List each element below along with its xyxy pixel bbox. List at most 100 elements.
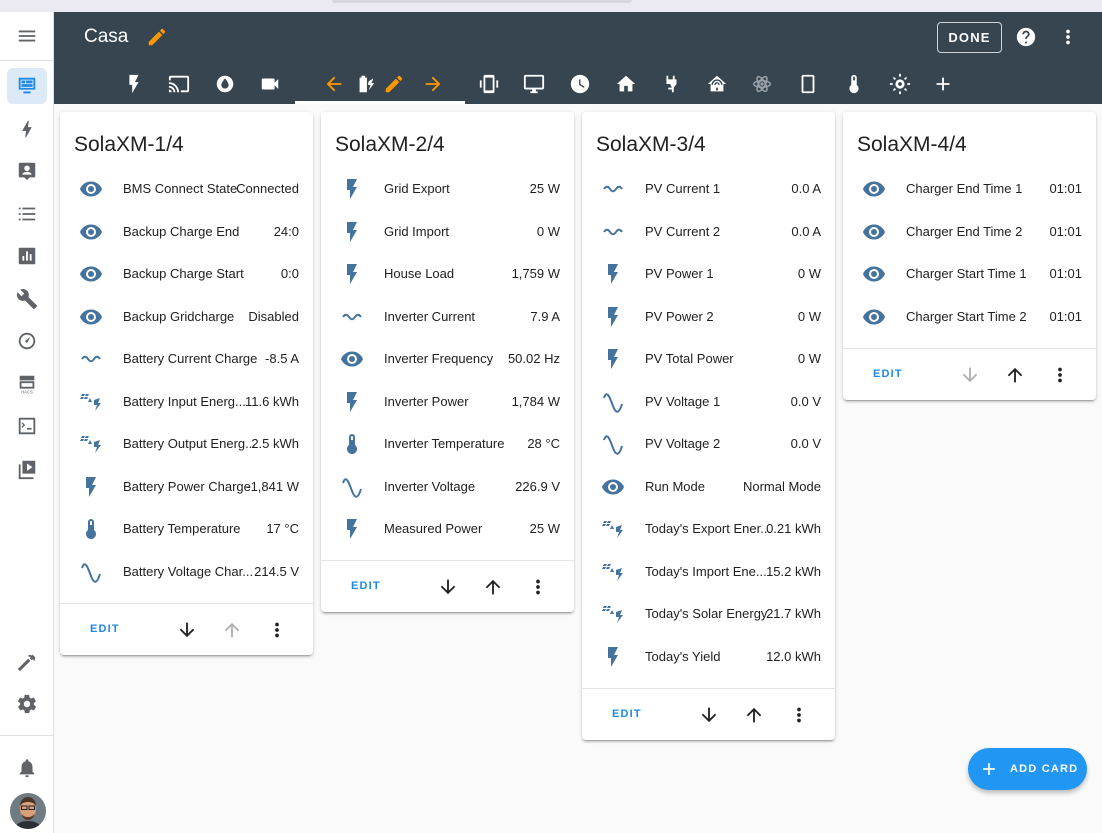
avatar[interactable] bbox=[10, 793, 46, 829]
entity-row[interactable]: Today's Yield 12.0 kWh bbox=[582, 636, 835, 678]
entity-row[interactable]: Inverter Frequency 50.02 Hz bbox=[321, 338, 574, 380]
entity-row[interactable]: Battery Output Energ... 2.5 kWh bbox=[60, 423, 313, 465]
edit-button[interactable]: EDIT bbox=[351, 580, 381, 592]
entity-row[interactable]: PV Power 2 0 W bbox=[582, 296, 835, 338]
tab-add-view-icon[interactable] bbox=[930, 71, 956, 97]
entity-row[interactable]: Battery Power Charge -1,841 W bbox=[60, 466, 313, 508]
entity-row[interactable]: Charger End Time 2 01:01 bbox=[843, 211, 1096, 253]
tab-thermometer-icon[interactable] bbox=[841, 71, 867, 97]
entity-name: Run Mode bbox=[645, 478, 705, 494]
arrow-up-icon[interactable] bbox=[1004, 364, 1026, 386]
entity-row[interactable]: Today's Export Ener... 0.21 kWh bbox=[582, 508, 835, 550]
help-icon[interactable] bbox=[1015, 26, 1037, 48]
entity-row[interactable]: Battery Temperature 17 °C bbox=[60, 508, 313, 550]
entity-row[interactable]: BMS Connect State Connected bbox=[60, 168, 313, 210]
history-icon[interactable] bbox=[7, 238, 47, 274]
entity-row[interactable]: Grid Import 0 W bbox=[321, 211, 574, 253]
entity-row[interactable]: Run Mode Normal Mode bbox=[582, 466, 835, 508]
edit-button[interactable]: EDIT bbox=[873, 368, 903, 380]
hammer-icon[interactable] bbox=[7, 644, 47, 680]
entity-value: 01:01 bbox=[1049, 266, 1082, 281]
browser-chrome bbox=[0, 0, 1102, 12]
tab-arrow-left-icon[interactable] bbox=[321, 71, 347, 97]
entity-row[interactable]: Inverter Current 7.9 A bbox=[321, 296, 574, 338]
entity-row[interactable]: House Load 1,759 W bbox=[321, 253, 574, 295]
entity-row[interactable]: Today's Import Ene... 15.2 kWh bbox=[582, 551, 835, 593]
more-vertical-icon[interactable] bbox=[1057, 26, 1079, 48]
entity-row[interactable]: PV Voltage 2 0.0 V bbox=[582, 423, 835, 465]
entity-row[interactable]: PV Power 1 0 W bbox=[582, 253, 835, 295]
eye-icon bbox=[601, 475, 625, 499]
more-vertical-icon[interactable] bbox=[527, 576, 549, 598]
entity-row[interactable]: PV Current 2 0.0 A bbox=[582, 211, 835, 253]
tab-monitor-icon[interactable] bbox=[521, 71, 547, 97]
entity-row[interactable]: Battery Current Charge -8.5 A bbox=[60, 338, 313, 380]
tab-solar-battery-icon[interactable] bbox=[353, 71, 379, 97]
terminal-icon[interactable] bbox=[7, 408, 47, 444]
more-vertical-icon[interactable] bbox=[266, 619, 288, 641]
solar-icon bbox=[601, 517, 625, 541]
more-vertical-icon[interactable] bbox=[788, 704, 810, 726]
overview-icon[interactable] bbox=[7, 68, 47, 104]
bell-icon[interactable] bbox=[7, 750, 47, 786]
media-icon[interactable] bbox=[7, 451, 47, 487]
tab-power-plug-icon[interactable] bbox=[658, 71, 684, 97]
edit-button[interactable]: EDIT bbox=[90, 623, 120, 635]
tab-pencil-icon[interactable] bbox=[381, 71, 407, 97]
arrow-down-icon[interactable] bbox=[437, 576, 459, 598]
entity-row[interactable]: Inverter Voltage 226.9 V bbox=[321, 466, 574, 508]
menu-icon[interactable] bbox=[7, 18, 47, 54]
entity-row[interactable]: Charger End Time 1 01:01 bbox=[843, 168, 1096, 210]
entity-name: Today's Solar Energy bbox=[645, 606, 768, 621]
tools-icon[interactable] bbox=[7, 281, 47, 317]
eye-icon bbox=[340, 347, 364, 371]
entity-row[interactable]: Backup Charge End 24:0 bbox=[60, 211, 313, 253]
tab-atom-icon[interactable] bbox=[749, 71, 775, 97]
entity-name: Charger Start Time 1 bbox=[906, 266, 1027, 281]
tab-water-icon[interactable] bbox=[212, 71, 238, 97]
done-button[interactable]: DONE bbox=[937, 22, 1002, 53]
arrow-down-icon[interactable] bbox=[959, 364, 981, 386]
entity-row[interactable]: Battery Input Energ... 11.6 kWh bbox=[60, 381, 313, 423]
entity-value: 1,784 W bbox=[511, 393, 560, 409]
tab-arrow-right-icon[interactable] bbox=[420, 71, 446, 97]
entity-name: Inverter Voltage bbox=[384, 478, 476, 494]
logbook-icon[interactable] bbox=[7, 196, 47, 232]
entity-row[interactable]: Measured Power 25 W bbox=[321, 508, 574, 550]
arrow-down-icon[interactable] bbox=[176, 619, 198, 641]
more-vertical-icon[interactable] bbox=[1049, 364, 1071, 386]
entity-row[interactable]: Inverter Temperature 28 °C bbox=[321, 423, 574, 465]
add-card-button[interactable]: ADD CARD bbox=[968, 748, 1087, 790]
tab-cast-icon[interactable] bbox=[166, 71, 192, 97]
entity-row[interactable]: Charger Start Time 2 01:01 bbox=[843, 296, 1096, 338]
entity-row[interactable]: PV Total Power 0 W bbox=[582, 338, 835, 380]
entity-row[interactable]: Backup Gridcharge Disabled bbox=[60, 296, 313, 338]
entity-row[interactable]: Charger Start Time 1 01:01 bbox=[843, 253, 1096, 295]
arrow-up-icon[interactable] bbox=[482, 576, 504, 598]
tab-clock-icon[interactable] bbox=[567, 71, 593, 97]
tab-tablet-icon[interactable] bbox=[795, 71, 821, 97]
arrow-up-icon[interactable] bbox=[743, 704, 765, 726]
map-icon[interactable] bbox=[7, 153, 47, 189]
tab-camera-icon[interactable] bbox=[257, 71, 283, 97]
entity-row[interactable]: Inverter Power 1,784 W bbox=[321, 381, 574, 423]
settings-icon[interactable] bbox=[7, 686, 47, 722]
energy-icon[interactable] bbox=[7, 111, 47, 147]
arrow-up-icon[interactable] bbox=[221, 619, 243, 641]
tab-sun-cog-icon[interactable] bbox=[887, 71, 913, 97]
tab-flash-icon[interactable] bbox=[121, 71, 147, 97]
edit-button[interactable]: EDIT bbox=[612, 708, 642, 720]
entity-row[interactable]: Grid Export 25 W bbox=[321, 168, 574, 210]
tab-home-icon[interactable] bbox=[613, 71, 639, 97]
speedometer-icon[interactable] bbox=[7, 323, 47, 359]
hacs-icon[interactable]: HACS bbox=[7, 366, 47, 402]
entity-row[interactable]: PV Voltage 1 0.0 V bbox=[582, 381, 835, 423]
tab-phone-vibrate-icon[interactable] bbox=[476, 71, 502, 97]
tab-home-automation-icon[interactable] bbox=[704, 71, 730, 97]
entity-row[interactable]: PV Current 1 0.0 A bbox=[582, 168, 835, 210]
pencil-icon[interactable] bbox=[146, 26, 168, 48]
entity-row[interactable]: Backup Charge Start 0:0 bbox=[60, 253, 313, 295]
entity-row[interactable]: Battery Voltage Char... 214.5 V bbox=[60, 551, 313, 593]
arrow-down-icon[interactable] bbox=[698, 704, 720, 726]
entity-row[interactable]: Today's Solar Energy 21.7 kWh bbox=[582, 593, 835, 635]
